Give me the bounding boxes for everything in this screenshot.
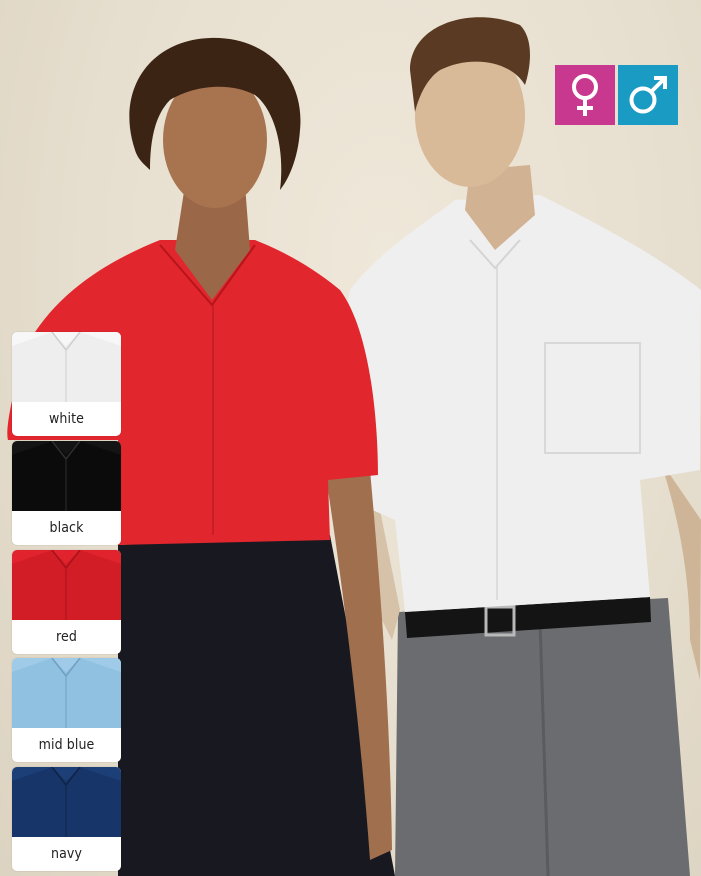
shirt-icon [12,767,121,837]
color-swatch-mid-blue[interactable]: mid blue [12,658,121,762]
shirt-icon [12,332,121,402]
shirt-thumbnail [12,332,121,402]
color-swatch-black[interactable]: black [12,441,121,545]
color-swatch-white[interactable]: white [12,332,121,436]
color-swatch-red[interactable]: red [12,550,121,654]
male-symbol-icon [618,65,678,125]
shirt-thumbnail [12,767,121,837]
female-symbol-icon [555,65,615,125]
man-shirt [340,195,701,612]
shirt-icon [12,658,121,728]
swatch-label: white [49,411,84,427]
shirt-icon [12,550,121,620]
swatch-label: black [49,520,84,536]
swatch-label: navy [50,846,82,862]
shirt-thumbnail [12,550,121,620]
female-badge [555,65,615,125]
swatch-label: red [56,629,77,645]
color-swatch-navy[interactable]: navy [12,767,121,871]
swatch-label: mid blue [38,737,95,753]
shirt-thumbnail [12,441,121,511]
shirt-thumbnail [12,658,121,728]
shirt-icon [12,441,121,511]
male-badge [618,65,678,125]
